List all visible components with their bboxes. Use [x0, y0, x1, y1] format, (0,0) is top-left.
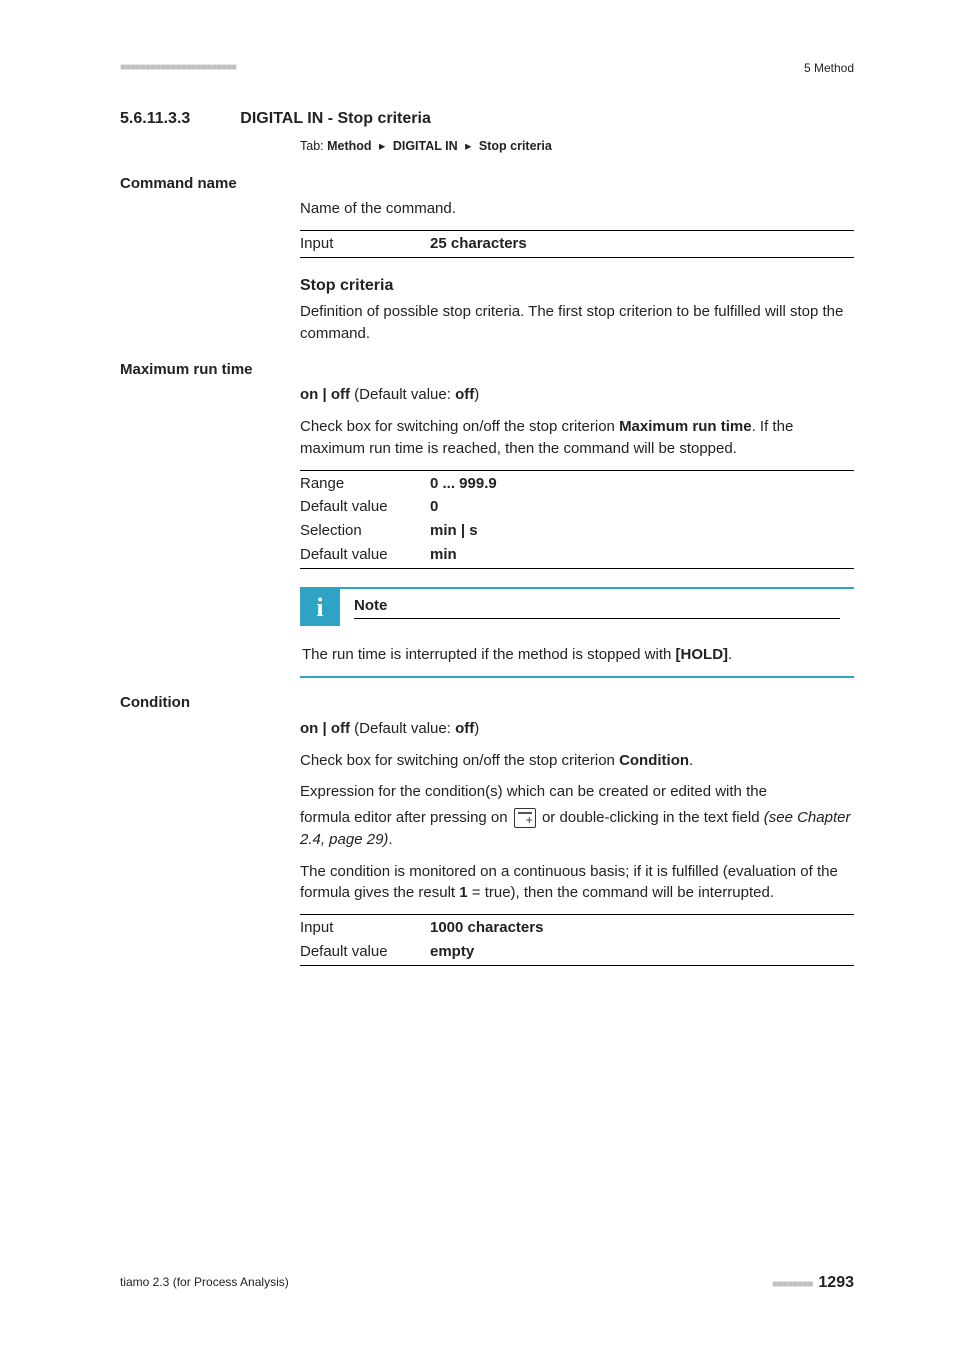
- cond-row-1: Default value empty: [300, 941, 854, 963]
- mrt-row-0: Range 0 ... 999.9: [300, 473, 854, 495]
- tab-path: Tab: Method ▸ DIGITAL IN ▸ Stop criteria: [300, 137, 854, 155]
- note-bottom-rule: [300, 676, 854, 678]
- mrt-row-2: Selection min | s: [300, 520, 854, 542]
- tab-sep-1: ▸: [465, 139, 471, 153]
- tab-part-0: Method: [327, 139, 371, 153]
- mrt-key-2: Selection: [300, 520, 430, 542]
- condition-desc1: Check box for switching on/off the stop …: [300, 750, 854, 772]
- note-title: Note: [354, 595, 840, 620]
- condition-default-label: (Default value:: [350, 720, 455, 737]
- condition-desc1-bold: Condition: [619, 752, 689, 769]
- condition-desc4-bold: 1: [459, 884, 467, 901]
- mrt-val-0: 0 ... 999.9: [430, 473, 497, 495]
- cond-key-0: Input: [300, 917, 430, 939]
- max-run-time-desc-bold: Maximum run time: [619, 418, 752, 435]
- command-name-input-key: Input: [300, 233, 430, 255]
- note-head: i Note: [300, 589, 854, 627]
- note-box: i Note The run time is interrupted if th…: [300, 587, 854, 678]
- command-name-input-val: 25 characters: [430, 233, 527, 255]
- condition-desc2: Expression for the condition(s) which ca…: [300, 781, 854, 803]
- mrt-key-0: Range: [300, 473, 430, 495]
- footer-right: ■■■■■■■■ 1293: [772, 1271, 854, 1294]
- condition-desc4: The condition is monitored on a continuo…: [300, 861, 854, 905]
- note-body-post: .: [728, 646, 732, 663]
- page-header: ■■■■■■■■■■■■■■■■■■■■■■■ 5 Method: [120, 60, 854, 77]
- tab-prefix: Tab:: [300, 139, 324, 153]
- header-ornament: ■■■■■■■■■■■■■■■■■■■■■■■: [120, 61, 236, 76]
- section-heading: 5.6.11.3.3 DIGITAL IN - Stop criteria: [120, 107, 854, 130]
- page-footer: tiamo 2.3 (for Process Analysis) ■■■■■■■…: [120, 1271, 854, 1294]
- mrt-key-3: Default value: [300, 544, 430, 566]
- formula-editor-icon[interactable]: [514, 808, 536, 828]
- condition-desc3: formula editor after pressing on or doub…: [300, 807, 854, 851]
- cond-val-1: empty: [430, 941, 474, 963]
- tab-sep-0: ▸: [379, 139, 385, 153]
- mrt-row-3: Default value min: [300, 544, 854, 566]
- tab-part-2: Stop criteria: [479, 139, 552, 153]
- condition-desc3-post: or double-clicking in the text field: [538, 809, 764, 826]
- section-number: 5.6.11.3.3: [120, 107, 190, 130]
- max-run-time-desc: Check box for switching on/off the stop …: [300, 416, 854, 460]
- tab-part-1: DIGITAL IN: [393, 139, 458, 153]
- mrt-val-3: min: [430, 544, 457, 566]
- condition-label: Condition: [120, 692, 854, 714]
- command-name-label: Command name: [120, 173, 854, 195]
- max-run-time-label: Maximum run time: [120, 359, 854, 381]
- stop-criteria-heading: Stop criteria: [300, 274, 854, 297]
- max-run-time-toggle-opts: on | off: [300, 386, 350, 403]
- section-title: DIGITAL IN - Stop criteria: [240, 107, 431, 130]
- mrt-val-2: min | s: [430, 520, 478, 542]
- max-run-time-toggle: on | off (Default value: off): [300, 384, 854, 406]
- info-icon: i: [300, 589, 340, 627]
- condition-desc3-tail: .: [388, 831, 392, 848]
- mrt-row-1: Default value 0: [300, 496, 854, 518]
- divider: [300, 257, 854, 258]
- max-run-time-default-suffix: ): [474, 386, 479, 403]
- divider: [300, 965, 854, 966]
- mrt-val-1: 0: [430, 496, 438, 518]
- note-body-bold: [HOLD]: [676, 646, 729, 663]
- mrt-key-1: Default value: [300, 496, 430, 518]
- max-run-time-default-value: off: [455, 386, 474, 403]
- footer-left: tiamo 2.3 (for Process Analysis): [120, 1274, 289, 1291]
- footer-page-number: 1293: [818, 1274, 854, 1291]
- footer-ornament: ■■■■■■■■: [772, 1279, 812, 1290]
- cond-key-1: Default value: [300, 941, 430, 963]
- cond-row-0: Input 1000 characters: [300, 917, 854, 939]
- divider: [300, 230, 854, 231]
- divider: [300, 914, 854, 915]
- condition-desc3-pre: formula editor after pressing on: [300, 809, 512, 826]
- max-run-time-default-label: (Default value:: [350, 386, 455, 403]
- condition-desc1-post: .: [689, 752, 693, 769]
- header-section: 5 Method: [804, 60, 854, 77]
- divider: [300, 568, 854, 569]
- condition-desc4-post: = true), then the command will be interr…: [468, 884, 774, 901]
- note-body-pre: The run time is interrupted if the metho…: [302, 646, 676, 663]
- condition-toggle-opts: on | off: [300, 720, 350, 737]
- note-body: The run time is interrupted if the metho…: [300, 626, 854, 676]
- command-name-desc: Name of the command.: [300, 198, 854, 220]
- max-run-time-desc-pre: Check box for switching on/off the stop …: [300, 418, 619, 435]
- stop-criteria-desc: Definition of possible stop criteria. Th…: [300, 301, 854, 345]
- divider: [300, 470, 854, 471]
- command-name-input-row: Input 25 characters: [300, 233, 854, 255]
- condition-default-value: off: [455, 720, 474, 737]
- condition-toggle: on | off (Default value: off): [300, 718, 854, 740]
- cond-val-0: 1000 characters: [430, 917, 543, 939]
- condition-desc1-pre: Check box for switching on/off the stop …: [300, 752, 619, 769]
- condition-default-suffix: ): [474, 720, 479, 737]
